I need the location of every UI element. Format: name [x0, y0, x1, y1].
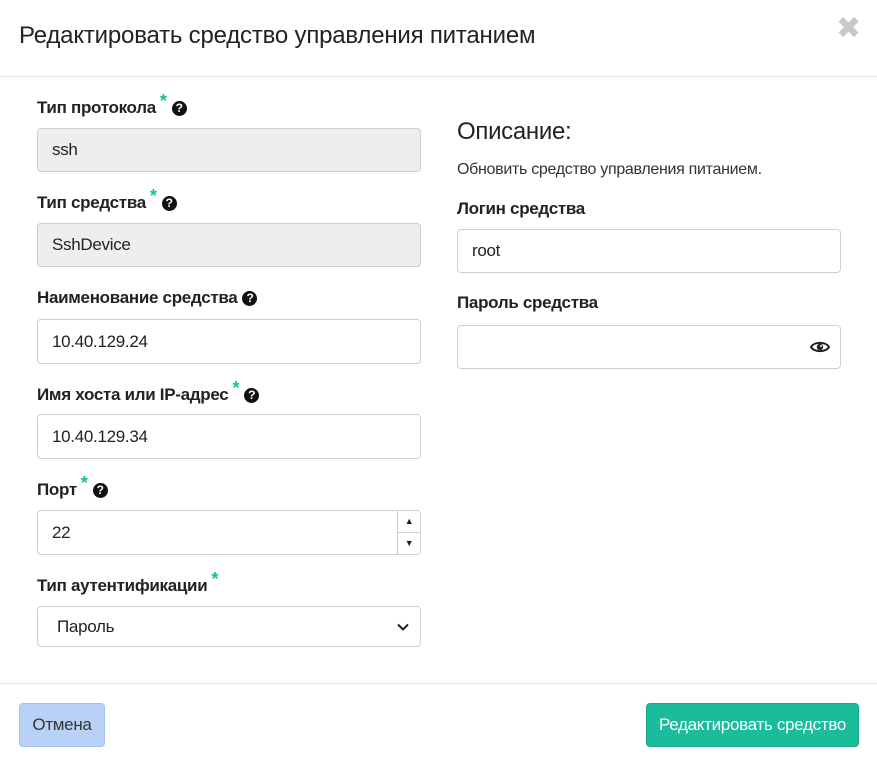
question-circle-icon[interactable]: ? — [161, 196, 177, 211]
cancel-button[interactable]: Отмена — [19, 703, 105, 747]
chevron-down-icon — [397, 623, 409, 631]
auth-type-select[interactable]: Пароль — [37, 606, 421, 647]
required-marker: * — [159, 91, 167, 111]
host-label-row: Имя хоста или IP-адрес *? — [37, 378, 260, 405]
stepper-up-icon[interactable]: ▲ — [398, 511, 420, 533]
protocol-label: Тип протокола — [37, 98, 156, 117]
required-marker: * — [211, 569, 219, 589]
question-circle-icon[interactable]: ? — [92, 483, 108, 498]
password-input[interactable] — [457, 325, 841, 369]
password-label: Пароль средства — [457, 293, 598, 312]
required-marker: * — [232, 378, 240, 398]
host-label: Имя хоста или IP-адрес — [37, 385, 229, 404]
modal-header: Редактировать средство управления питани… — [0, 0, 877, 77]
question-circle-icon[interactable]: ? — [244, 388, 260, 403]
modal-footer: Отмена Редактировать средство — [0, 683, 877, 765]
login-value: root — [472, 241, 501, 260]
login-label: Логин средства — [457, 199, 585, 218]
question-circle-icon[interactable]: ? — [171, 101, 187, 116]
device-name-value: 10.40.129.24 — [52, 331, 148, 351]
modal-title: Редактировать средство управления питани… — [19, 22, 536, 49]
auth-type-label-row: Тип аутентификации * — [37, 569, 218, 596]
protocol-label-row: Тип протокола *? — [37, 91, 187, 118]
port-value: 22 — [52, 522, 71, 542]
login-input[interactable]: root — [457, 229, 841, 273]
auth-type-value: Пароль — [57, 616, 115, 636]
auth-type-label: Тип аутентификации — [37, 576, 208, 595]
port-label-row: Порт *? — [37, 473, 108, 500]
close-icon[interactable]: ✖ — [836, 14, 861, 44]
port-stepper[interactable]: ▲ ▼ — [397, 511, 420, 554]
device-type-label-row: Тип средства *? — [37, 186, 177, 213]
host-input[interactable]: 10.40.129.34 — [37, 414, 421, 459]
description-text: Обновить средство управления питанием. — [457, 161, 762, 178]
port-label: Порт — [37, 480, 77, 499]
submit-button[interactable]: Редактировать средство — [646, 703, 859, 747]
eye-icon[interactable] — [810, 338, 830, 356]
protocol-value: ssh — [52, 140, 78, 159]
description-title: Описание: — [457, 118, 572, 145]
required-marker: * — [80, 473, 88, 493]
device-type-field: SshDevice — [37, 223, 421, 267]
edit-power-device-modal: Редактировать средство управления питани… — [0, 0, 877, 764]
device-type-label: Тип средства — [37, 193, 146, 212]
device-name-label: Наименование средства — [37, 288, 238, 307]
stepper-down-icon[interactable]: ▼ — [398, 533, 420, 555]
device-name-label-row: Наименование средства? — [37, 288, 258, 308]
required-marker: * — [149, 186, 157, 206]
protocol-field: ssh — [37, 128, 421, 172]
port-input[interactable]: 22 ▲ ▼ — [37, 510, 421, 555]
host-value: 10.40.129.34 — [52, 426, 148, 446]
device-name-input[interactable]: 10.40.129.24 — [37, 319, 421, 364]
device-type-value: SshDevice — [52, 235, 131, 254]
question-circle-icon[interactable]: ? — [242, 291, 258, 306]
